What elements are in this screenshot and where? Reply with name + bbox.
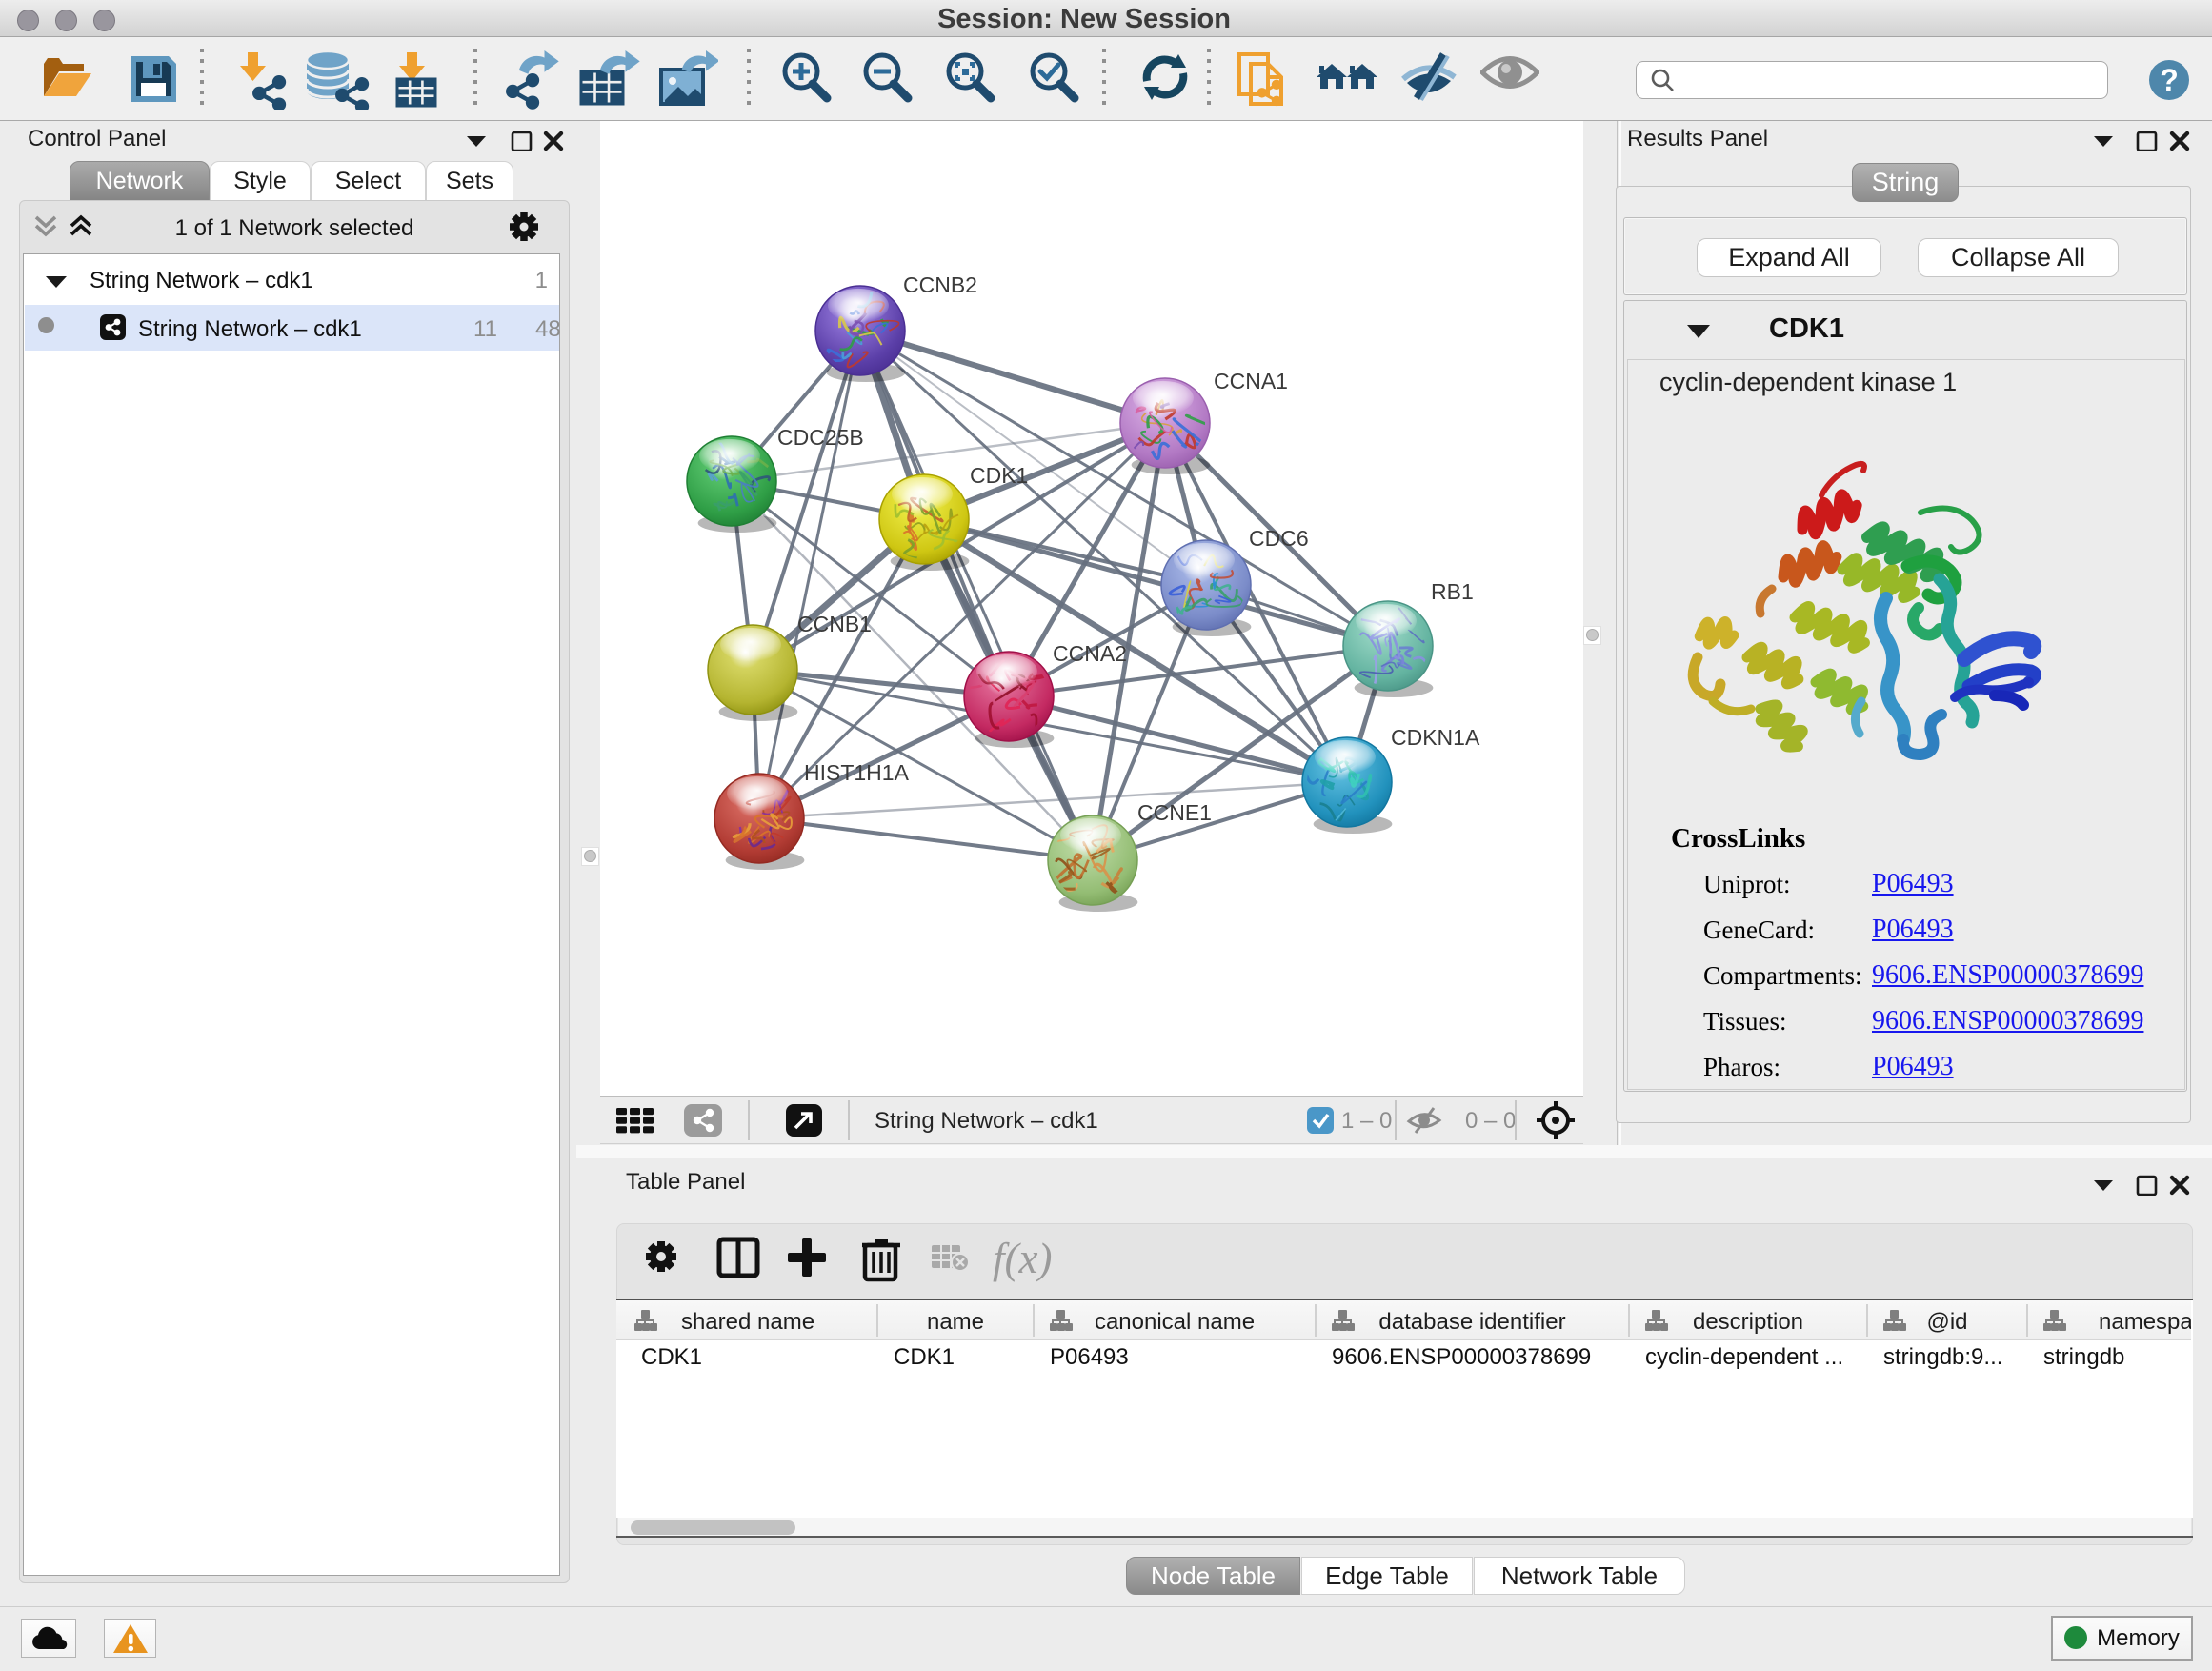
svg-text:CCNA1: CCNA1	[1214, 369, 1288, 393]
svg-text:@id: @id	[1926, 1309, 1967, 1335]
svg-text:shared name: shared name	[681, 1309, 814, 1335]
svg-text:CCNB1: CCNB1	[797, 612, 872, 636]
svg-text:database identifier: database identifier	[1378, 1309, 1565, 1335]
svg-text:CDK1: CDK1	[970, 463, 1028, 488]
svg-text:name: name	[927, 1309, 984, 1335]
svg-text:CDC25B: CDC25B	[777, 425, 864, 450]
svg-text:canonical name: canonical name	[1095, 1309, 1255, 1335]
svg-text:CCNA2: CCNA2	[1053, 641, 1127, 666]
svg-text:description: description	[1693, 1309, 1803, 1335]
svg-text:HIST1H1A: HIST1H1A	[804, 760, 910, 785]
svg-text:1 – 0: 1 – 0	[1341, 1108, 1392, 1134]
svg-text:CDKN1A: CDKN1A	[1391, 725, 1480, 750]
svg-text:0 – 0: 0 – 0	[1465, 1108, 1516, 1134]
svg-text:RB1: RB1	[1431, 579, 1474, 604]
svg-text:namespace: namespace	[2099, 1309, 2191, 1335]
svg-text:1 of 1 Network selected: 1 of 1 Network selected	[175, 215, 414, 241]
svg-text:CCNB2: CCNB2	[903, 272, 977, 297]
svg-text:CDC6: CDC6	[1249, 526, 1309, 551]
svg-text:f(x): f(x)	[993, 1235, 1052, 1282]
svg-text:String Network – cdk1: String Network – cdk1	[875, 1108, 1098, 1134]
svg-text:CCNE1: CCNE1	[1137, 800, 1212, 825]
